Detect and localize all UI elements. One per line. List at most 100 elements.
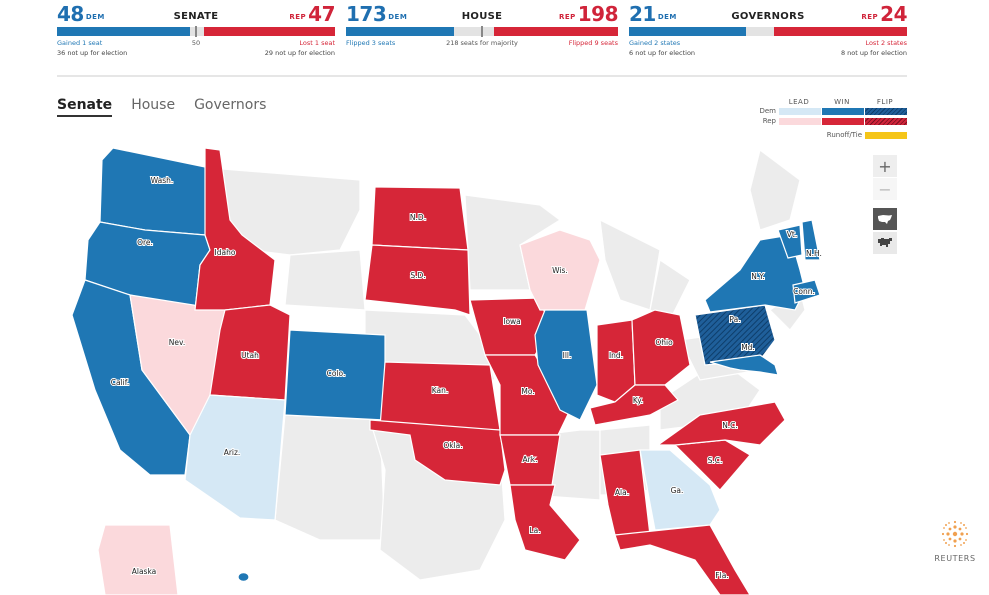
rep-count: 24 [880, 2, 907, 26]
seat-bar [57, 26, 335, 37]
zoom-out-button[interactable]: − [873, 178, 897, 200]
state-label: S.C. [708, 456, 723, 465]
state-no-race [749, 148, 801, 231]
legend-runoff-label: Runoff/Tie [826, 131, 862, 139]
state-label: Ga. [671, 486, 684, 495]
state-label: Ohio [655, 338, 673, 347]
state-label: Ore. [137, 238, 153, 247]
state-label: N.H. [806, 249, 822, 258]
rep-label: REP [558, 13, 576, 21]
race-tabs: Senate House Governors [57, 97, 266, 117]
senate-rep-total: REP 47 [287, 2, 335, 26]
state-wash[interactable] [99, 147, 211, 236]
us-map-icon [878, 214, 892, 224]
swatch-dem-win [822, 108, 864, 115]
majority-label: 50 [191, 39, 201, 47]
legend-row-dem: Dem [759, 107, 776, 115]
state-label: Calif. [111, 378, 129, 387]
legend-header-lead: LEAD [788, 98, 810, 106]
state-label: Colo. [327, 369, 346, 378]
state-label: Wis. [552, 266, 568, 275]
divider [57, 75, 907, 77]
state-label: Iowa [503, 317, 521, 326]
legend-row-rep: Rep [762, 117, 776, 125]
state-label: Mo. [521, 387, 534, 396]
state-fla[interactable] [614, 524, 751, 595]
house-rep-total: REP 198 [557, 2, 619, 26]
state-label: Nev. [169, 338, 185, 347]
state-label: N.D. [410, 213, 426, 222]
swatch-rep-win [822, 118, 864, 125]
swatch-rep-flip [865, 118, 907, 125]
rep-bar [773, 27, 907, 36]
state-label: Ark. [523, 455, 538, 464]
rep-bar [204, 27, 335, 36]
state-label: Conn. [793, 287, 815, 296]
tab-governors[interactable]: Governors [194, 97, 266, 117]
state-hawaii[interactable] [237, 572, 250, 582]
house-scoreboard: 173 DEM HOUSE REP 198 Flipped 3 seats 218 … [346, 2, 619, 58]
state-label: Alaska [132, 567, 157, 576]
tab-house[interactable]: House [131, 97, 175, 117]
dem-note: Gained 2 states [629, 39, 681, 47]
governors-scoreboard: 21 DEM GOVERNORS REP 24 Gained 2 states Lo… [629, 2, 907, 58]
majority-marker [481, 26, 483, 37]
majority-marker [195, 26, 197, 37]
rep-note: Lost 1 seat [299, 39, 335, 47]
swatch-dem-flip [865, 108, 907, 115]
dem-bar [57, 27, 191, 36]
seat-bar [346, 26, 618, 37]
state-label: Md. [741, 343, 755, 352]
state-label: La. [529, 526, 540, 535]
senate-scoreboard: 48 DEM SENATE REP 47 Gained 1 seat 50 Lost… [57, 2, 335, 58]
state-kan[interactable] [379, 361, 501, 431]
dem-bar [346, 27, 455, 36]
dem-bar [629, 27, 746, 36]
rep-label: REP [861, 13, 879, 21]
state-label: Ind. [609, 351, 623, 360]
cartogram-view-button[interactable] [873, 232, 897, 254]
dem-note-2: 36 not up for election [57, 49, 128, 57]
state-alaska[interactable] [97, 524, 179, 595]
rep-note-2: 29 not up for election [264, 49, 335, 57]
state-label: Wash. [151, 176, 174, 185]
rep-note-2: 8 not up for election [840, 49, 907, 57]
state-ohio[interactable] [631, 309, 691, 386]
state-sd[interactable] [364, 244, 471, 316]
state-label: Okla. [443, 441, 462, 450]
state-label: Idaho [215, 248, 236, 257]
legend-header-flip: FLIP [876, 98, 894, 106]
state-label: Ky. [633, 396, 643, 405]
rep-count: 47 [308, 2, 335, 26]
state-no-race [284, 249, 366, 311]
cartogram-icon [878, 238, 892, 247]
state-label: S.D. [410, 271, 425, 280]
rep-bar [494, 27, 618, 36]
state-label: Kan. [432, 386, 449, 395]
seat-bar [629, 27, 907, 36]
state-label: Fla. [715, 571, 728, 580]
legend-header-win: WIN [834, 98, 850, 106]
state-no-race [599, 218, 661, 311]
state-label: Utah [241, 351, 259, 360]
state-label: Ariz. [224, 448, 241, 457]
state-pa[interactable] [694, 304, 776, 366]
zoom-in-button[interactable]: + [873, 155, 897, 177]
reuters-wordmark: REUTERS [934, 554, 976, 563]
swatch-runoff [865, 132, 907, 139]
tab-senate[interactable]: Senate [57, 97, 113, 117]
state-label: Pa. [729, 315, 740, 324]
state-no-race [274, 414, 386, 541]
state-label: Ala. [615, 488, 629, 497]
state-label: N.Y. [751, 272, 764, 281]
state-label: Ill. [563, 351, 572, 360]
dem-note-2: 6 not up for election [629, 49, 696, 57]
geographic-view-button[interactable] [873, 208, 897, 230]
rep-note: Flipped 9 seats [568, 39, 618, 47]
reuters-logo: REUTERS [932, 520, 978, 563]
reuters-dot-icon [941, 520, 969, 548]
state-ariz[interactable] [184, 394, 286, 521]
state-label: N.C. [722, 421, 738, 430]
rep-count: 198 [577, 2, 619, 26]
rep-note: Lost 2 states [865, 39, 907, 47]
